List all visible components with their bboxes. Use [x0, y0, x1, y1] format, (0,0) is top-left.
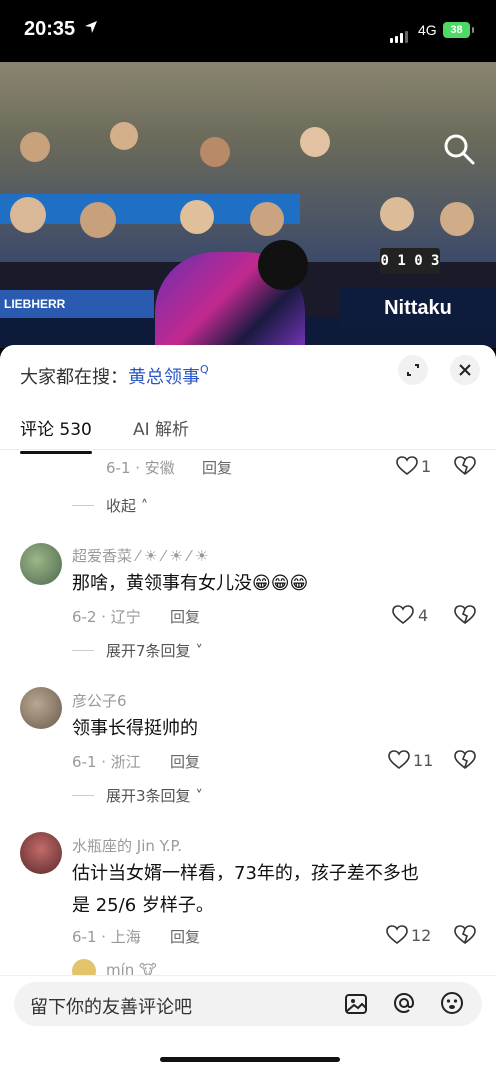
avatar[interactable] — [20, 832, 62, 874]
reply-button[interactable]: 回复 — [170, 926, 200, 947]
comment-meta: 6-2 · 辽宁 — [72, 608, 141, 626]
collapse-button[interactable]: 收起 ˄ — [106, 495, 148, 516]
comment-meta: 6-1 · 安徽 — [106, 459, 175, 477]
close-button[interactable] — [450, 355, 480, 385]
chevron-up-icon: ˄ — [140, 497, 149, 515]
comment-meta: 6-1 · 上海 — [72, 928, 141, 946]
divider — [0, 449, 496, 450]
collapse-label: 收起 — [106, 497, 137, 515]
sponsor-board-left: LIEBHERR — [0, 290, 154, 318]
like-count: 1 — [421, 457, 432, 476]
comment-meta: 6-1 · 浙江 — [72, 753, 141, 771]
like-count: 4 — [418, 606, 429, 625]
comment-text: 估计当女婿一样看，73年的，孩子差不多也 — [72, 863, 419, 884]
search-small-icon: Q — [200, 363, 209, 376]
crowd-figure — [20, 132, 50, 162]
video-player[interactable]: 0 1 0 3 LIEBHERR Nittaku — [0, 62, 496, 348]
expand-label: 展开7条回复 — [106, 642, 191, 660]
comment-text: 领事长得挺帅的 — [72, 718, 198, 739]
comment-author[interactable]: 彦公子6 — [72, 690, 127, 711]
expand-line — [72, 650, 94, 651]
comment-placeholder[interactable]: 留下你的友善评论吧 — [30, 993, 192, 1019]
expand-button[interactable] — [398, 355, 428, 385]
comment-text: 是 25/6 岁样子。 — [72, 895, 214, 916]
heart-icon[interactable] — [388, 750, 410, 770]
expand-line — [72, 795, 94, 796]
signal-icon — [390, 24, 410, 43]
trending-keyword[interactable]: 黄总领事 — [128, 367, 200, 388]
chevron-down-icon: ˅ — [195, 787, 203, 805]
avatar[interactable] — [20, 543, 62, 585]
crowd-figure — [200, 137, 230, 167]
broken-heart-icon[interactable] — [454, 925, 476, 945]
expand-icon — [407, 364, 419, 376]
status-time: 20:35 — [24, 18, 76, 40]
avatar[interactable] — [20, 687, 62, 729]
location-arrow-icon — [85, 21, 97, 33]
comment-author[interactable]: 水瓶座的 Jin Y.P. — [72, 835, 182, 856]
stands-image — [0, 62, 496, 262]
broken-heart-icon[interactable] — [454, 605, 476, 625]
comment-sheet: 大家都在搜：黄总领事Q 评论 530 AI 解析 6-1 · 安徽 回复 1 收… — [0, 345, 496, 1076]
network-type: 4G — [418, 22, 437, 38]
sponsor-board-right: Nittaku — [340, 288, 496, 328]
player-head — [258, 240, 308, 290]
reply-button[interactable]: 回复 — [170, 606, 200, 627]
broken-heart-icon[interactable] — [454, 456, 476, 476]
crowd-figure — [380, 197, 414, 231]
crowd-figure — [80, 202, 116, 238]
tab-ai-analysis[interactable]: AI 解析 — [133, 415, 189, 440]
reply-button[interactable]: 回复 — [170, 751, 200, 772]
scoreboard: 0 1 0 3 — [380, 248, 440, 274]
chevron-down-icon: ˅ — [195, 642, 203, 660]
at-icon[interactable] — [391, 990, 417, 1016]
close-icon — [459, 364, 471, 376]
expand-replies-button[interactable]: 展开3条回复 ˅ — [106, 785, 203, 806]
reply-button[interactable]: 回复 — [202, 457, 232, 478]
trending-prefix: 大家都在搜： — [20, 367, 128, 388]
image-icon[interactable] — [344, 992, 368, 1016]
heart-icon[interactable] — [396, 456, 418, 476]
broken-heart-icon[interactable] — [454, 750, 476, 770]
trending-search[interactable]: 大家都在搜：黄总领事Q — [20, 363, 209, 389]
crowd-figure — [180, 200, 214, 234]
emoji-icon[interactable] — [439, 990, 465, 1016]
crowd-figure — [250, 202, 284, 236]
heart-icon[interactable] — [392, 605, 414, 625]
tab-comments[interactable]: 评论 530 — [20, 415, 92, 454]
comment-text: 那啥，黄领事有女儿没😁😁😁 — [72, 573, 309, 594]
home-indicator — [160, 1057, 340, 1062]
heart-icon[interactable] — [386, 925, 408, 945]
battery-icon: 38 — [443, 22, 474, 38]
expand-line — [72, 505, 94, 506]
like-count: 12 — [411, 926, 432, 945]
status-bar: 20:35 4G 38 — [0, 0, 496, 62]
crowd-figure — [110, 122, 138, 150]
comment-author[interactable]: 超爱香菜 ⁄ ☀ ⁄ ☀ ⁄ ☀ — [72, 545, 208, 566]
crowd-figure — [10, 197, 46, 233]
expand-label: 展开3条回复 — [106, 787, 191, 805]
crowd-figure — [300, 127, 330, 157]
expand-replies-button[interactable]: 展开7条回复 ˅ — [106, 640, 203, 661]
crowd-figure — [440, 202, 474, 236]
like-count: 11 — [413, 751, 434, 770]
search-icon[interactable] — [442, 132, 476, 166]
